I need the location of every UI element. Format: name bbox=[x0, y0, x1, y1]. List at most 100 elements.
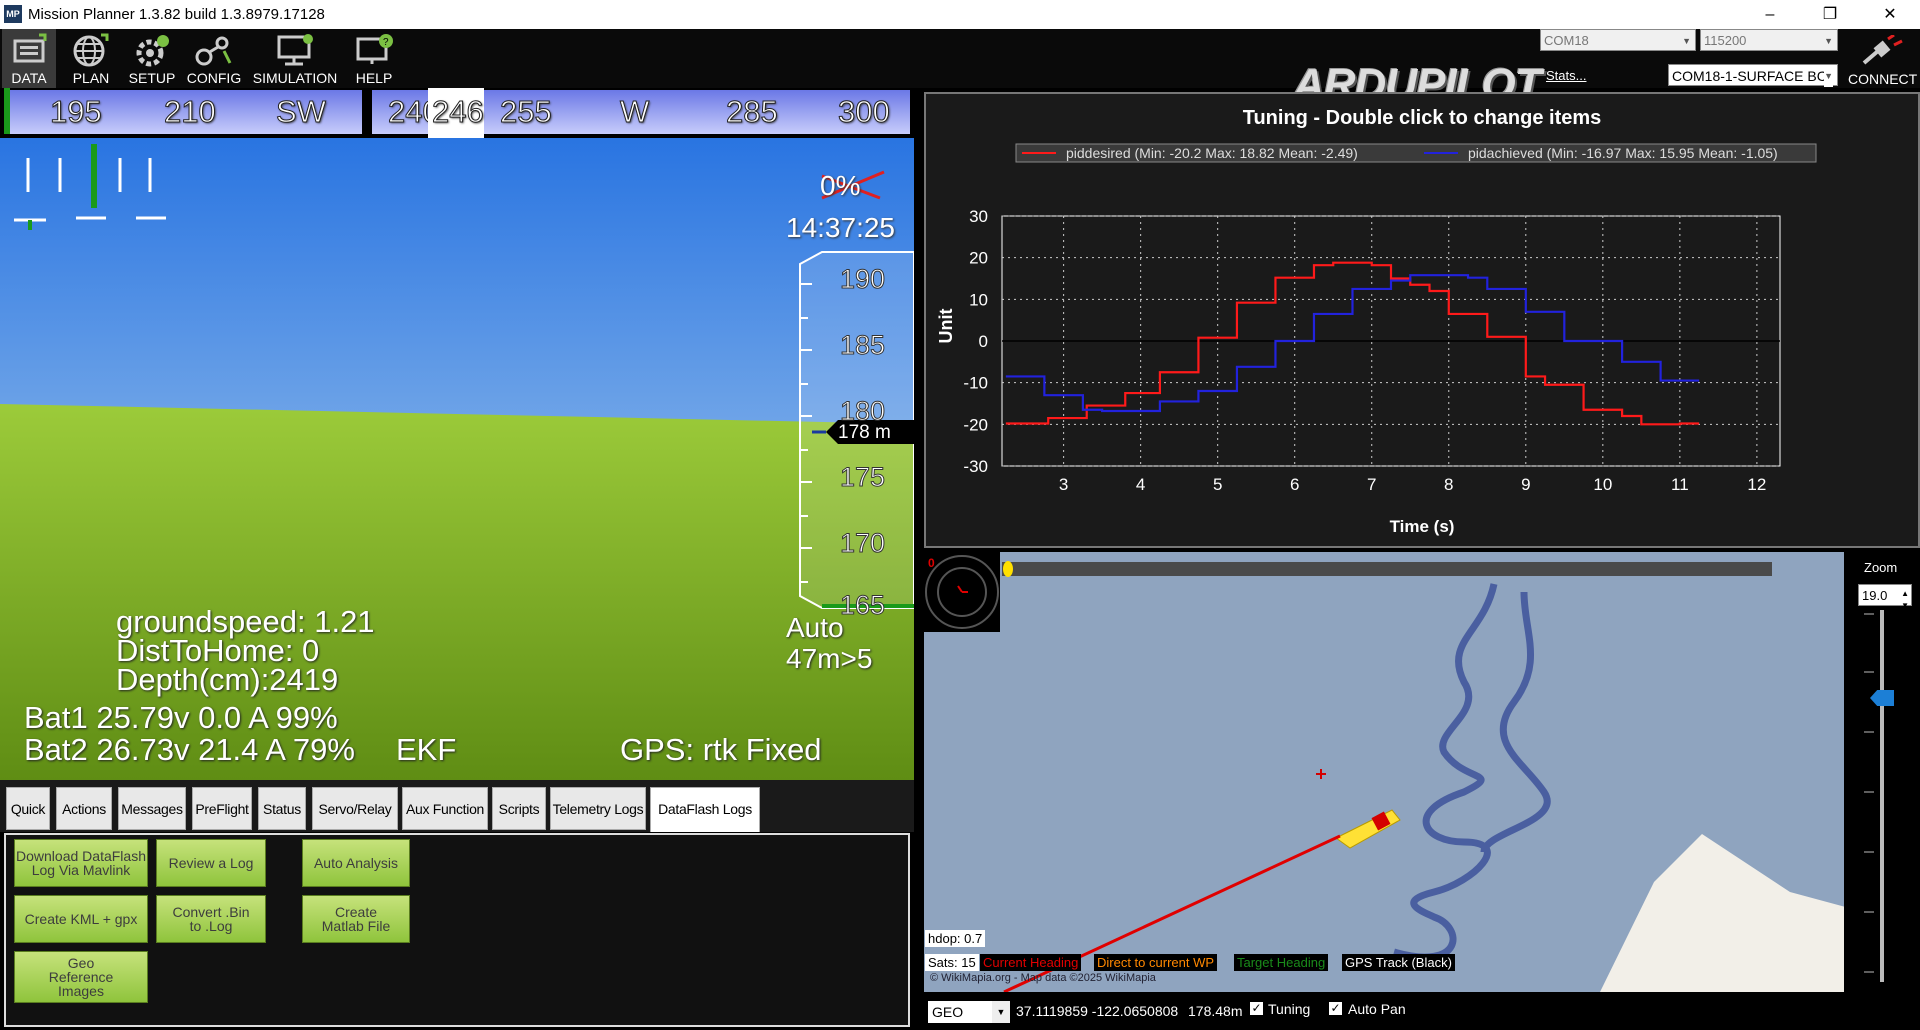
tuning-chart: Tuning - Double click to change items pi… bbox=[936, 107, 1817, 536]
x-axis-label: Time (s) bbox=[1390, 517, 1455, 536]
menu-simulation[interactable]: SIMULATION bbox=[250, 29, 340, 88]
y-tick-label: 20 bbox=[969, 249, 988, 268]
chevron-down-icon: ▼ bbox=[992, 1001, 1010, 1023]
zoom-spinner[interactable]: 19.0 ▲ ▼ bbox=[1858, 584, 1912, 610]
title-bar: MP Mission Planner 1.3.82 build 1.3.8979… bbox=[0, 0, 1920, 29]
map-canvas bbox=[924, 552, 1920, 992]
menu-help[interactable]: ? HELP bbox=[346, 29, 402, 88]
auto-pan-label: Auto Pan bbox=[1348, 1001, 1406, 1017]
zoom-label: Zoom bbox=[1864, 560, 1898, 575]
x-tick-label: 8 bbox=[1444, 475, 1453, 494]
y-tick-label: -10 bbox=[963, 374, 988, 393]
simulation-icon bbox=[277, 34, 313, 66]
battery-2: Bat2 26.73v 21.4 A 79% bbox=[24, 732, 355, 767]
waypoint-distance: 47m>5 bbox=[786, 643, 873, 674]
menu-setup[interactable]: SETUP bbox=[124, 29, 180, 88]
auto-analysis-button[interactable]: Auto Analysis bbox=[302, 839, 410, 887]
legend-pidachieved: pidachieved (Min: -16.97 Max: 15.95 Mean… bbox=[1468, 145, 1778, 161]
x-tick-label: 11 bbox=[1671, 475, 1689, 494]
create-kml-button[interactable]: Create KML + gpx bbox=[14, 895, 148, 943]
map-view[interactable]: 0 Zoom 19.0 ▲ ▼ hdop: 0.7 Sats: 15 Curre… bbox=[924, 552, 1920, 992]
tab-scripts[interactable]: Scripts bbox=[492, 787, 546, 830]
map-progress-handle[interactable] bbox=[1003, 561, 1013, 577]
chart-title: Tuning - Double click to change items bbox=[1243, 107, 1602, 129]
map-attribution[interactable]: © WikiMapia.org - Map data ©2025 WikiMap… bbox=[930, 972, 1156, 984]
tab-status[interactable]: Status bbox=[258, 787, 306, 830]
legend-direct-to-wp: Direct to current WP bbox=[1094, 954, 1218, 971]
menu-config[interactable]: CONFIG bbox=[186, 29, 242, 88]
convert-bin-button[interactable]: Convert .Bin to .Log bbox=[156, 895, 266, 943]
maximize-button[interactable]: ❐ bbox=[1800, 0, 1860, 29]
legend-current-heading: Current Heading bbox=[980, 954, 1082, 971]
link-select[interactable]: COM18-1-SURFACE BC ▼ bbox=[1668, 64, 1838, 87]
auto-pan-checkbox[interactable]: ✓ bbox=[1329, 1002, 1342, 1015]
x-tick-label: 9 bbox=[1521, 475, 1530, 494]
chevron-down-icon: ▼ bbox=[1824, 36, 1833, 46]
y-tick-label: 30 bbox=[969, 207, 988, 226]
hdop-label: hdop: 0.7 bbox=[925, 930, 986, 947]
download-dataflash-button[interactable]: Download DataFlash Log Via Mavlink bbox=[14, 839, 148, 887]
tab-servo-relay[interactable]: Servo/Relay bbox=[312, 787, 398, 830]
window-title: Mission Planner 1.3.82 build 1.3.8979.17… bbox=[28, 6, 325, 23]
legend-target-heading: Target Heading bbox=[1234, 954, 1329, 971]
minimize-button[interactable]: – bbox=[1740, 0, 1800, 29]
altitude-current: 178 m bbox=[838, 422, 891, 443]
map-progress-bar[interactable] bbox=[1002, 562, 1772, 576]
panel-divider[interactable] bbox=[914, 88, 924, 1030]
coord-system-select[interactable]: GEO ▼ bbox=[928, 1001, 1010, 1023]
ekf-status[interactable]: EKF bbox=[396, 732, 456, 768]
tuning-label: Tuning bbox=[1268, 1001, 1311, 1017]
compass-value: 0 bbox=[928, 556, 935, 570]
y-axis-label: Unit bbox=[936, 309, 956, 344]
data-icon bbox=[13, 33, 47, 63]
tab-actions[interactable]: Actions bbox=[56, 787, 112, 830]
help-icon: ? bbox=[356, 34, 393, 64]
heading-current: 246 bbox=[432, 94, 485, 130]
legend-piddesired: piddesired (Min: -20.2 Max: 18.82 Mean: … bbox=[1066, 145, 1358, 161]
x-tick-label: 3 bbox=[1059, 475, 1068, 494]
tab-dataflash-logs[interactable]: DataFlash Logs bbox=[650, 787, 760, 832]
svg-text:?: ? bbox=[383, 37, 389, 48]
tab-messages[interactable]: Messages bbox=[118, 787, 186, 830]
geo-reference-button[interactable]: Geo Reference Images bbox=[14, 951, 148, 1003]
gps-status: GPS: rtk Fixed bbox=[620, 732, 822, 767]
battery-1: Bat1 25.79v 0.0 A 99% bbox=[24, 700, 338, 735]
chevron-down-icon: ▼ bbox=[1682, 36, 1691, 46]
tab-telemetry-logs[interactable]: Telemetry Logs bbox=[550, 787, 646, 830]
y-tick-label: -30 bbox=[963, 457, 988, 476]
create-matlab-button[interactable]: Create Matlab File bbox=[302, 895, 410, 943]
x-tick-label: 4 bbox=[1136, 475, 1145, 494]
config-icon bbox=[195, 36, 232, 66]
app-icon: MP bbox=[4, 5, 22, 23]
menu-plan[interactable]: PLAN bbox=[64, 29, 118, 88]
stats-link[interactable]: Stats... bbox=[1546, 68, 1586, 83]
hud[interactable]: 0% 14:37:25 190 185 180 175 170 165 178 … bbox=[0, 88, 914, 780]
connect-button[interactable]: CONNECT bbox=[1848, 33, 1917, 87]
tab-quick[interactable]: Quick bbox=[6, 787, 50, 830]
baud-select[interactable]: 115200 ▼ bbox=[1700, 29, 1838, 51]
series-line-piddesired bbox=[1005, 261, 1700, 426]
coordinates: 37.1119859 -122.0650808 bbox=[1016, 1003, 1179, 1019]
plug-icon bbox=[1862, 35, 1903, 65]
spinner-down-icon[interactable]: ▼ bbox=[1901, 595, 1909, 617]
series-line-pidachieved bbox=[1005, 274, 1700, 413]
x-tick-label: 12 bbox=[1747, 475, 1766, 494]
setup-icon bbox=[136, 35, 169, 67]
chevron-down-icon: ▼ bbox=[1824, 65, 1833, 87]
tuning-checkbox[interactable]: ✓ bbox=[1250, 1002, 1263, 1015]
dataflash-panel: Download DataFlash Log Via Mavlink Revie… bbox=[4, 833, 910, 1027]
y-tick-label: 10 bbox=[969, 290, 988, 309]
battery-remaining: 0% bbox=[820, 170, 861, 201]
globe-icon bbox=[73, 33, 109, 67]
tab-aux-function[interactable]: Aux Function bbox=[402, 787, 488, 830]
review-log-button[interactable]: Review a Log bbox=[156, 839, 266, 887]
sats-label: Sats: 15 bbox=[925, 954, 979, 971]
altitude-readout: 178.48m bbox=[1188, 1003, 1243, 1019]
tuning-graph[interactable]: Tuning - Double click to change items pi… bbox=[924, 92, 1920, 548]
x-tick-label: 10 bbox=[1593, 475, 1612, 494]
map-footer: GEO ▼ 37.1119859 -122.0650808 178.48m ✓ … bbox=[924, 995, 1920, 1030]
tab-preflight[interactable]: PreFlight bbox=[192, 787, 252, 830]
menu-data[interactable]: DATA bbox=[2, 29, 56, 88]
port-select[interactable]: COM18 ▼ bbox=[1540, 29, 1696, 51]
close-button[interactable]: ✕ bbox=[1860, 0, 1920, 29]
